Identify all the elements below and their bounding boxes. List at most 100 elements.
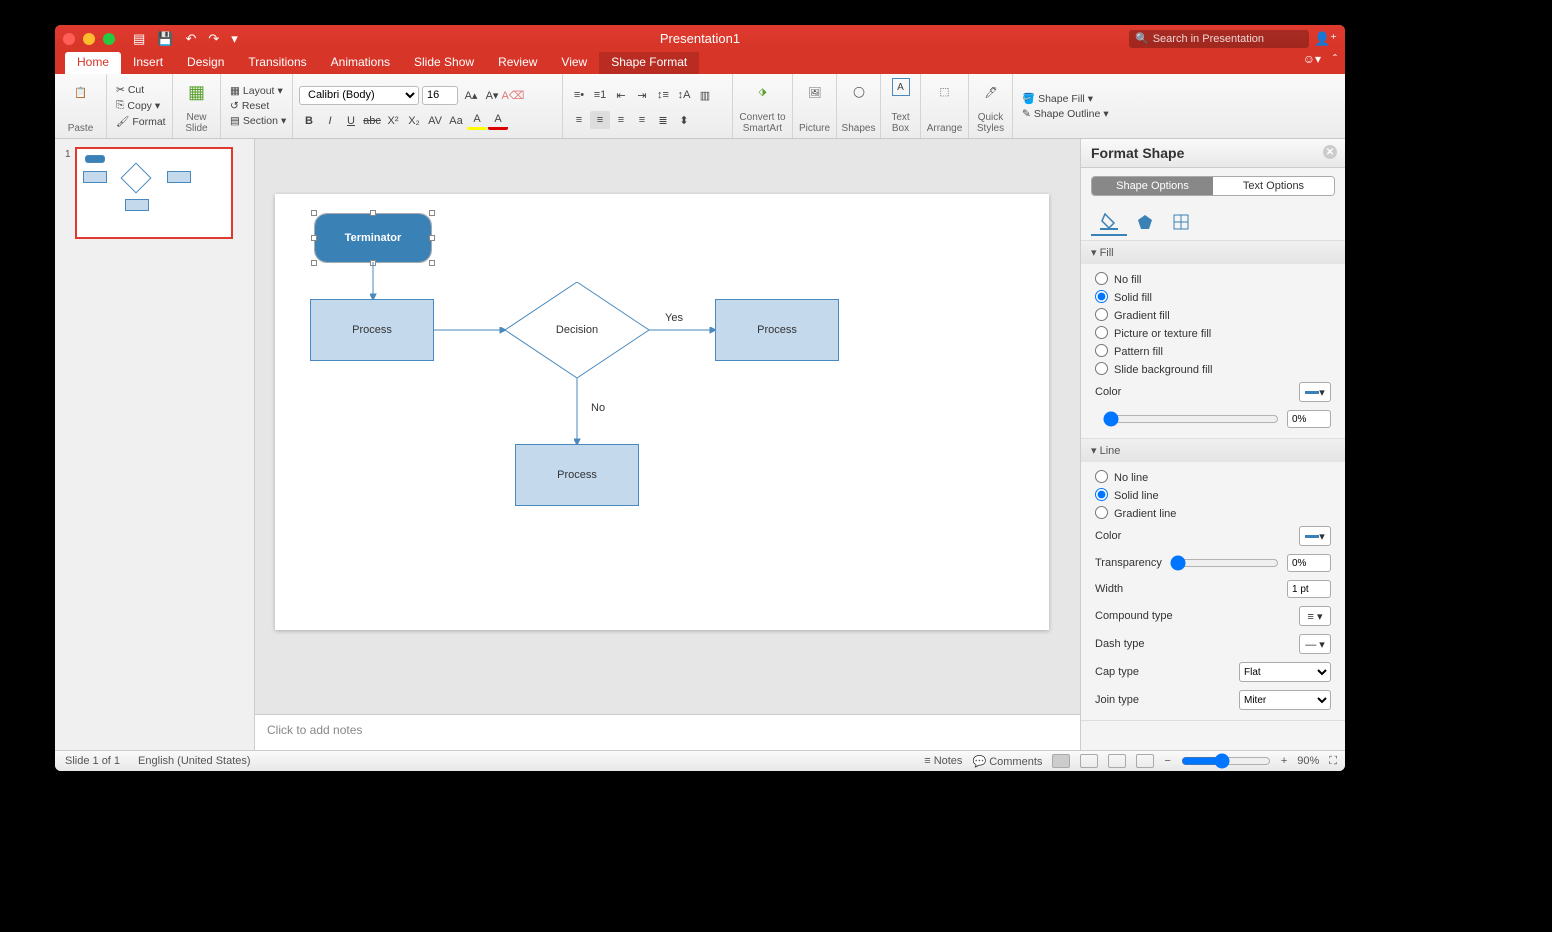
shape-process-2[interactable]: Process xyxy=(715,299,839,361)
bullets-icon[interactable]: ≡• xyxy=(569,86,589,104)
line-header[interactable]: ▾ Line xyxy=(1081,439,1345,462)
tab-animations[interactable]: Animations xyxy=(319,52,402,74)
connector-4[interactable] xyxy=(574,378,584,445)
tab-design[interactable]: Design xyxy=(175,52,236,74)
qat-customize-icon[interactable]: ▾ xyxy=(231,31,238,47)
justify-icon[interactable]: ≡ xyxy=(632,111,652,129)
indent-left-icon[interactable]: ⇤ xyxy=(611,86,631,104)
indent-right-icon[interactable]: ⇥ xyxy=(632,86,652,104)
tab-view[interactable]: View xyxy=(549,52,599,74)
comments-button[interactable]: 💬 Comments xyxy=(972,755,1042,768)
font-color-icon[interactable]: A xyxy=(488,112,508,130)
maximize-window-button[interactable] xyxy=(103,33,115,45)
tab-insert[interactable]: Insert xyxy=(121,52,175,74)
share-icon[interactable]: 👤⁺ xyxy=(1314,31,1337,47)
minimize-window-button[interactable] xyxy=(83,33,95,45)
zoom-slider[interactable] xyxy=(1181,753,1271,769)
layout-button[interactable]: ▦ Layout ▾ xyxy=(227,84,286,98)
format-painter-button[interactable]: 🖌 Format xyxy=(113,114,169,129)
fill-transparency-slider[interactable] xyxy=(1103,411,1279,427)
change-case-icon[interactable]: Aa xyxy=(446,112,466,130)
zoom-in-icon[interactable]: + xyxy=(1281,755,1287,767)
zoom-value[interactable]: 90% xyxy=(1297,755,1319,767)
size-props-icon[interactable] xyxy=(1163,208,1199,236)
align-left-icon[interactable]: ≡ xyxy=(569,111,589,129)
numbering-icon[interactable]: ≡1 xyxy=(590,86,610,104)
font-name-select[interactable]: Calibri (Body) xyxy=(299,86,419,105)
radio-no-fill[interactable]: No fill xyxy=(1095,270,1331,288)
section-button[interactable]: ▤ Section ▾ xyxy=(227,114,289,128)
emoji-icon[interactable]: ☺▾ xyxy=(1303,52,1321,66)
superscript-icon[interactable]: X² xyxy=(383,112,403,130)
notes-pane[interactable]: Click to add notes xyxy=(255,714,1080,750)
radio-gradient-fill[interactable]: Gradient fill xyxy=(1095,306,1331,324)
radio-solid-fill[interactable]: Solid fill xyxy=(1095,288,1331,306)
tab-review[interactable]: Review xyxy=(486,52,549,74)
radio-slidebg-fill[interactable]: Slide background fill xyxy=(1095,360,1331,378)
slide-thumbnails-pane[interactable]: 1 xyxy=(55,139,255,750)
picture-icon[interactable]: 🖼 xyxy=(799,78,831,106)
tab-slideshow[interactable]: Slide Show xyxy=(402,52,486,74)
fill-header[interactable]: ▾ Fill xyxy=(1081,241,1345,264)
join-type-select[interactable]: Miter xyxy=(1239,690,1331,710)
cap-type-select[interactable]: Flat xyxy=(1239,662,1331,682)
shape-terminator[interactable]: ⟳ Terminator xyxy=(315,214,431,262)
redo-icon[interactable]: ↷ xyxy=(208,31,219,47)
rotate-handle-icon[interactable]: ⟳ xyxy=(368,196,378,206)
radio-pattern-fill[interactable]: Pattern fill xyxy=(1095,342,1331,360)
shape-decision[interactable]: Decision xyxy=(505,282,649,378)
shapes-icon[interactable]: ◯ xyxy=(843,78,875,106)
undo-icon[interactable]: ↶ xyxy=(185,31,196,47)
fill-transparency-value[interactable] xyxy=(1287,410,1331,428)
effects-icon[interactable] xyxy=(1127,208,1163,236)
tab-home[interactable]: Home xyxy=(65,52,121,74)
highlight-icon[interactable]: A xyxy=(467,112,487,130)
shape-outline-button[interactable]: ✎ Shape Outline ▾ xyxy=(1019,107,1112,121)
reading-view-icon[interactable] xyxy=(1108,754,1126,768)
cut-button[interactable]: ✂ Cut xyxy=(113,83,147,97)
textbox-icon[interactable]: A xyxy=(892,78,910,96)
smartart-icon[interactable]: ⬗ xyxy=(747,78,779,106)
tab-text-options[interactable]: Text Options xyxy=(1213,177,1334,195)
tab-transitions[interactable]: Transitions xyxy=(236,52,318,74)
fill-line-icon[interactable] xyxy=(1091,208,1127,236)
close-pane-icon[interactable]: ✕ xyxy=(1323,145,1337,159)
connector-2[interactable] xyxy=(434,327,506,337)
radio-gradient-line[interactable]: Gradient line xyxy=(1095,504,1331,522)
collapse-ribbon-icon[interactable]: ˆ xyxy=(1333,52,1337,66)
radio-solid-line[interactable]: Solid line xyxy=(1095,486,1331,504)
search-box[interactable]: 🔍 Search in Presentation xyxy=(1129,30,1309,48)
notes-button[interactable]: ≡ Notes xyxy=(924,755,962,767)
clear-format-icon[interactable]: A⌫ xyxy=(503,86,523,104)
tab-shape-format[interactable]: Shape Format xyxy=(599,52,699,74)
fit-to-window-icon[interactable]: ⛶ xyxy=(1329,755,1337,768)
save-icon[interactable]: 💾 xyxy=(157,31,173,47)
slide-thumbnail-1[interactable]: 1 xyxy=(75,147,233,239)
distribute-icon[interactable]: ≣ xyxy=(653,111,673,129)
connector-1[interactable] xyxy=(370,262,380,300)
increase-font-icon[interactable]: A▴ xyxy=(461,86,481,104)
zoom-out-icon[interactable]: − xyxy=(1164,755,1170,767)
sorter-view-icon[interactable] xyxy=(1080,754,1098,768)
quick-styles-icon[interactable]: 🖊 xyxy=(975,78,1007,106)
copy-button[interactable]: ⎘ Copy ▾ xyxy=(113,98,163,113)
columns-icon[interactable]: ▥ xyxy=(695,86,715,104)
char-spacing-icon[interactable]: AV xyxy=(425,112,445,130)
line-transparency-slider[interactable] xyxy=(1170,555,1279,571)
new-slide-icon[interactable]: ▦ xyxy=(181,78,213,106)
slide-canvas[interactable]: ⟳ Terminator Process Process Process Dec… xyxy=(275,194,1049,630)
line-color-picker[interactable]: ▾ xyxy=(1299,526,1331,546)
compound-type-button[interactable]: ≡ ▾ xyxy=(1299,606,1331,626)
decrease-font-icon[interactable]: A▾ xyxy=(482,86,502,104)
line-width-value[interactable] xyxy=(1287,580,1331,598)
font-size-input[interactable] xyxy=(422,86,458,105)
line-spacing-icon[interactable]: ↕≡ xyxy=(653,86,673,104)
shape-fill-button[interactable]: 🪣 Shape Fill ▾ xyxy=(1019,91,1096,106)
underline-icon[interactable]: U xyxy=(341,112,361,130)
normal-view-icon[interactable] xyxy=(1052,754,1070,768)
file-icon[interactable]: ▤ xyxy=(133,31,145,47)
bold-icon[interactable]: B xyxy=(299,112,319,130)
radio-no-line[interactable]: No line xyxy=(1095,468,1331,486)
align-right-icon[interactable]: ≡ xyxy=(611,111,631,129)
italic-icon[interactable]: I xyxy=(320,112,340,130)
